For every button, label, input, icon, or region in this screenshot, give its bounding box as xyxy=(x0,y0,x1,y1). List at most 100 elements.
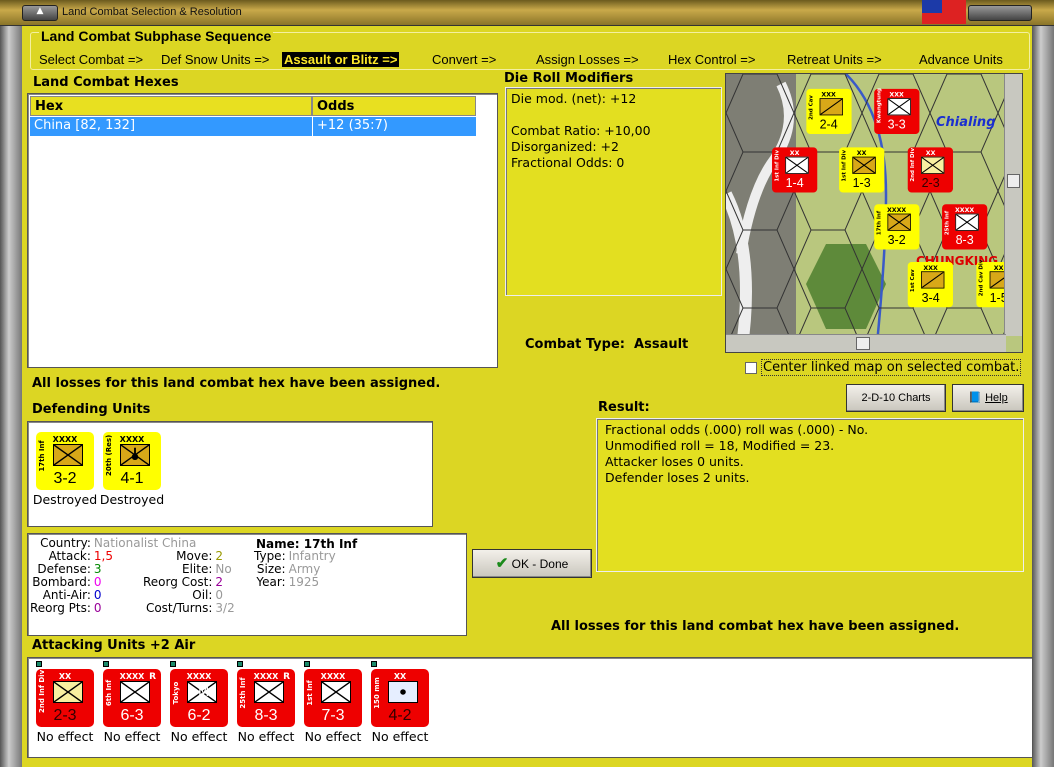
status-dot-icon xyxy=(36,661,42,667)
unit-strength: 2-4 xyxy=(819,118,838,132)
modifier-line xyxy=(511,107,716,123)
unit-counter[interactable]: XX 1st Inf Div 1-3 xyxy=(838,146,885,193)
checkmark-icon: ✔ xyxy=(495,555,509,572)
scrollbar-thumb[interactable] xyxy=(856,337,870,350)
unit-counter[interactable]: XXXX 17th Inf 3-2 xyxy=(36,432,94,490)
table-row[interactable]: China [82, 132] +12 (35:7) xyxy=(30,117,476,136)
status-dot-icon xyxy=(371,661,377,667)
unit-counter[interactable]: XXXX 17th Inf 3-2 xyxy=(873,203,920,250)
modifier-line: Die mod. (net): +12 xyxy=(511,91,637,106)
unit-result: No effect xyxy=(237,729,295,744)
unit-result: Destroyed xyxy=(99,492,165,507)
losses-assigned-status: All losses for this land combat hex have… xyxy=(32,376,441,391)
unit-strength: 3-4 xyxy=(921,291,940,305)
linked-map[interactable]: Chialing CHUNGKING XXX 2nd Cav 2-4 XXX Kwang… xyxy=(725,73,1023,353)
unit-counter[interactable]: XXX Kwangtung 3-3 xyxy=(873,88,920,135)
unit-counter[interactable]: XXXX 20th (Res) 4-1 xyxy=(103,432,161,490)
info-key: Year: xyxy=(256,575,286,589)
unit-info-box: Country: Nationalist China Attack: 1,5 Defen… xyxy=(27,533,467,636)
hex-cell: China [82, 132] xyxy=(30,117,312,136)
die-roll-modifiers-box: Die mod. (net): +12 Combat Ratio: +10,00 D… xyxy=(505,87,722,296)
help-button[interactable]: 📘 Help xyxy=(952,384,1024,412)
result-line: Defender loses 2 units. xyxy=(605,470,750,485)
unit-result: No effect xyxy=(371,729,429,744)
info-value: 3/2 xyxy=(215,601,235,615)
column-header-odds[interactable]: Odds xyxy=(312,96,476,116)
land-combat-hexes-label: Land Combat Hexes xyxy=(33,75,179,90)
unit-strength: 2-3 xyxy=(921,176,940,190)
losses-assigned-status-2: All losses for this land combat hex have… xyxy=(551,619,960,634)
die-roll-modifiers-label: Die Roll Modifiers xyxy=(504,71,634,86)
unit-strength: 3-3 xyxy=(887,118,906,132)
map-vertical-scrollbar[interactable] xyxy=(1004,74,1022,336)
unit-counter[interactable]: XXXX 25th Inf 8-3 xyxy=(941,203,988,250)
unit-type-symbol-icon xyxy=(785,156,809,174)
unit-counter[interactable]: XXXX 1st Inf 7-3 xyxy=(304,669,362,727)
help-book-icon: 📘 xyxy=(968,392,982,404)
modifier-line: Combat Ratio: +10,00 xyxy=(511,123,651,138)
subphase-step: Select Combat => xyxy=(39,52,144,67)
system-menu-button[interactable]: ▲ xyxy=(22,5,58,21)
subphase-step: Hex Control => xyxy=(668,52,756,67)
unit-strength: 8-3 xyxy=(254,707,278,724)
info-value: 1925 xyxy=(288,575,320,589)
charts-button[interactable]: 2-D-10 Charts xyxy=(846,384,946,412)
center-map-checkbox[interactable] xyxy=(745,362,757,374)
unit-type-symbol-icon xyxy=(254,681,284,703)
unit-counter[interactable]: XXXX 6th Inf 6-3 R xyxy=(103,669,161,727)
unit-result: No effect xyxy=(304,729,362,744)
help-label: Help xyxy=(985,392,1008,404)
unit-strength: 8-3 xyxy=(955,233,974,247)
attacking-units-label: Attacking Units +2 Air xyxy=(32,638,196,653)
window-control-button[interactable] xyxy=(968,5,1032,21)
status-dot-icon xyxy=(170,661,176,667)
info-key: Reorg Pts: xyxy=(30,601,91,615)
unit-counter[interactable]: XXXX 25th Inf 8-3 R xyxy=(237,669,295,727)
replacement-marker: R xyxy=(283,672,290,682)
unit-counter[interactable]: XX 1st Inf Div 1-4 xyxy=(771,146,818,193)
info-key: Cost/Turns: xyxy=(145,601,213,615)
unit-type-symbol-icon xyxy=(388,681,418,703)
unit-type-symbol-icon xyxy=(852,156,876,174)
column-header-hex[interactable]: Hex xyxy=(30,96,312,116)
unit-result: No effect xyxy=(36,729,94,744)
unit-counter[interactable]: XX 2nd Inf Div 2-3 xyxy=(907,146,954,193)
unit-counter[interactable]: XXXX Tokyo M 6-2 xyxy=(170,669,228,727)
unit-result: No effect xyxy=(170,729,228,744)
result-line: Attacker loses 0 units. xyxy=(605,454,744,469)
combat-type-key: Combat Type: xyxy=(525,337,625,352)
status-dot-icon xyxy=(237,661,243,667)
unit-strength: 4-1 xyxy=(120,470,144,487)
unit-counter[interactable]: XXX 2nd Cav 2-4 xyxy=(805,88,852,135)
unit-type-symbol-icon xyxy=(819,98,843,116)
unit-strength: 2-3 xyxy=(53,707,77,724)
combat-hexes-table[interactable]: Hex Odds China [82, 132] +12 (35:7) xyxy=(27,93,498,368)
unit-type-symbol-icon xyxy=(321,681,351,703)
subphase-sequence-title: Land Combat Subphase Sequence xyxy=(39,28,274,44)
unit-counter[interactable]: XXX 1st Cav 3-4 xyxy=(907,261,954,308)
result-label: Result: xyxy=(598,400,650,415)
unit-strength: 6-3 xyxy=(120,707,144,724)
unit-type-symbol-icon xyxy=(955,213,979,231)
combat-type-value: Assault xyxy=(634,337,689,352)
subphase-step: Assign Losses => xyxy=(536,52,639,67)
subphase-step: Assault or Blitz => xyxy=(282,52,400,67)
subphase-step: Def Snow Units => xyxy=(161,52,270,67)
unit-type-symbol-icon xyxy=(120,444,150,466)
unit-type-symbol-icon xyxy=(120,681,150,703)
nation-flag-icon xyxy=(922,0,966,24)
unit-strength: 7-3 xyxy=(321,707,345,724)
scrollbar-thumb[interactable] xyxy=(1007,174,1020,188)
unit-counter[interactable]: XX 150 mm 4-2 xyxy=(371,669,429,727)
unit-mark: M xyxy=(198,685,210,700)
unit-strength: 1-3 xyxy=(852,176,871,190)
unit-strength: 3-2 xyxy=(53,470,77,487)
unit-type-symbol-icon: M xyxy=(187,681,217,703)
result-line: Fractional odds (.000) roll was (.000) -… xyxy=(605,422,869,437)
unit-strength: 4-2 xyxy=(388,707,412,724)
unit-counter[interactable]: XX 2nd Inf Div 2-3 xyxy=(36,669,94,727)
map-horizontal-scrollbar[interactable] xyxy=(726,334,1006,352)
center-map-label[interactable]: Center linked map on selected combat. xyxy=(761,359,1022,376)
defending-units-box: XXXX 17th Inf 3-2 Destroyed XXXX 20th (Res) 4-… xyxy=(27,421,433,527)
ok-done-button[interactable]: ✔ OK - Done xyxy=(472,549,592,578)
